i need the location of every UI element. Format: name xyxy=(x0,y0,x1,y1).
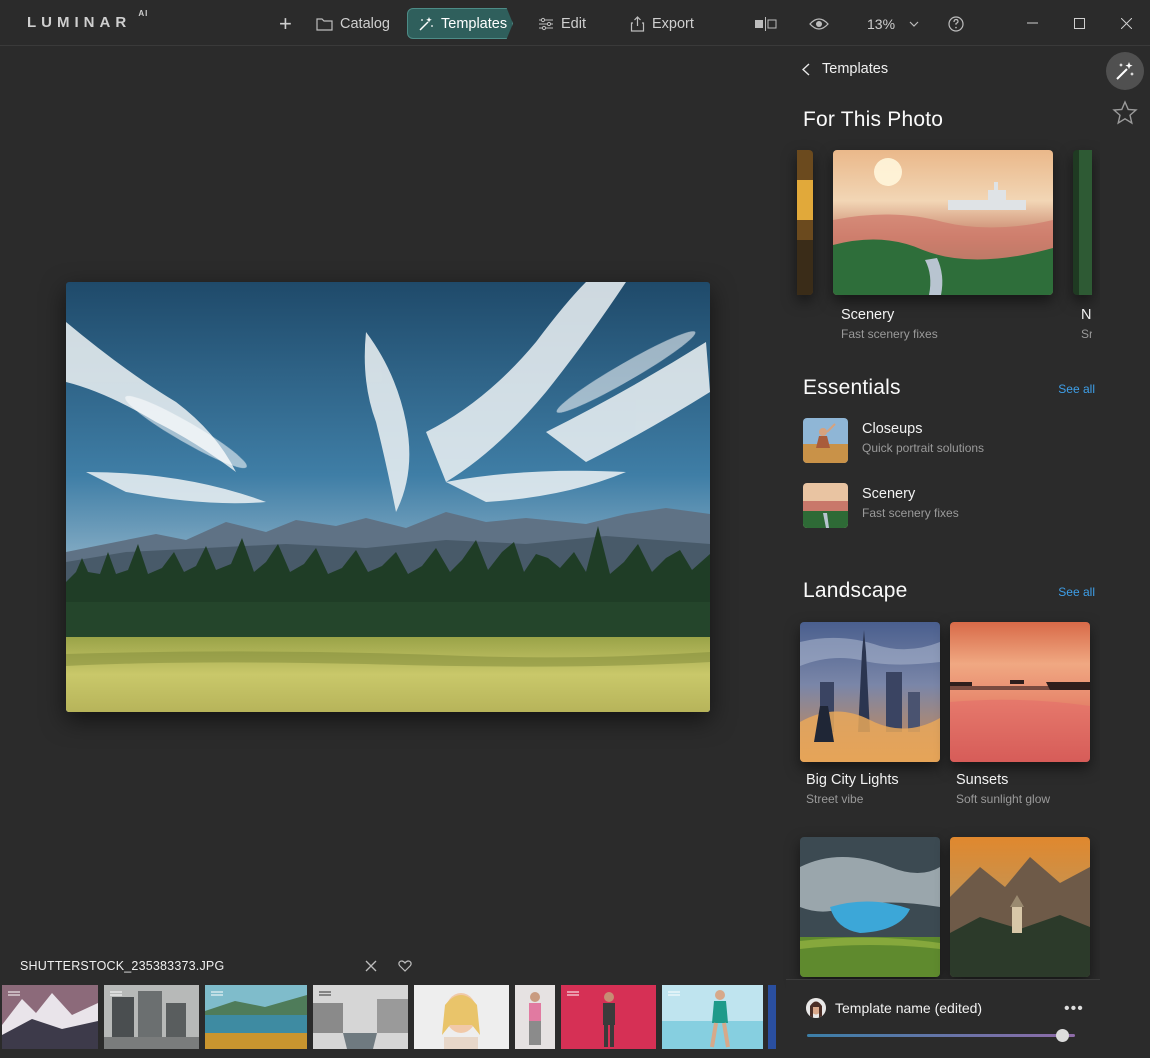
catalog-label: Catalog xyxy=(340,15,390,32)
edited-icon xyxy=(8,991,20,996)
template-card-big-city-lights[interactable] xyxy=(800,622,940,762)
template-card-subtitle: Sr xyxy=(1081,327,1092,341)
maximize-icon xyxy=(1073,17,1085,29)
template-card-mountain-castle[interactable] xyxy=(950,837,1090,977)
edit-label: Edit xyxy=(561,15,586,32)
section-title: Essentials xyxy=(803,376,901,399)
essentials-item-title[interactable]: Closeups xyxy=(862,421,922,437)
essentials-item-subtitle: Quick portrait solutions xyxy=(862,441,985,455)
close-icon[interactable] xyxy=(363,958,379,974)
filmstrip xyxy=(0,985,776,1049)
see-all-link[interactable]: See all xyxy=(1058,382,1095,396)
photo-filename: SHUTTERSTOCK_235383373.JPG xyxy=(20,959,225,973)
edited-icon xyxy=(110,991,122,996)
template-card-sunsets[interactable] xyxy=(950,622,1090,762)
heart-icon[interactable] xyxy=(397,958,413,974)
filmstrip-thumbnail[interactable] xyxy=(104,985,199,1049)
template-card-scenery[interactable] xyxy=(833,150,1053,295)
edited-icon xyxy=(319,991,331,996)
preview-button[interactable] xyxy=(800,8,838,39)
template-card-title: N xyxy=(1081,307,1092,323)
filmstrip-thumbnail[interactable] xyxy=(662,985,763,1049)
templates-rail-button[interactable] xyxy=(1106,52,1144,90)
star-icon[interactable] xyxy=(1112,100,1138,126)
see-all-link[interactable]: See all xyxy=(1058,585,1095,599)
filmstrip-thumbnail[interactable] xyxy=(313,985,408,1049)
section-title: Landscape xyxy=(803,579,908,602)
help-icon xyxy=(948,15,964,32)
filmstrip-thumbnail[interactable] xyxy=(515,985,555,1049)
filmstrip-thumbnail[interactable] xyxy=(561,985,656,1049)
template-card-title: Scenery xyxy=(841,307,895,323)
compare-icon xyxy=(755,16,777,31)
minimize-icon xyxy=(1026,22,1038,24)
app-logo: LUMINAR AI xyxy=(27,9,149,31)
back-to-templates-button[interactable]: Templates xyxy=(802,61,888,77)
filmstrip-thumbnail[interactable] xyxy=(2,985,98,1049)
image-canvas xyxy=(0,47,786,952)
templates-label: Templates xyxy=(441,15,508,32)
edited-icon xyxy=(567,991,579,996)
template-card-subtitle: Fast scenery fixes xyxy=(841,327,938,341)
template-card-preview-partial[interactable] xyxy=(797,150,813,295)
magic-wand-icon xyxy=(1116,62,1134,80)
avatar xyxy=(806,998,826,1018)
export-label: Export xyxy=(652,15,694,32)
applied-template-card: Template name (edited) ••• xyxy=(786,979,1100,1058)
chevron-left-icon xyxy=(802,62,810,76)
magic-wand-icon xyxy=(419,16,433,31)
filmstrip-thumbnail[interactable] xyxy=(205,985,307,1049)
template-card-subtitle: Street vibe xyxy=(806,792,864,806)
edit-tab[interactable]: Edit xyxy=(529,8,595,39)
close-window-button[interactable] xyxy=(1111,8,1141,38)
more-options-button[interactable]: ••• xyxy=(1064,1000,1084,1018)
maximize-button[interactable] xyxy=(1064,8,1094,38)
export-icon xyxy=(630,15,645,32)
catalog-tab[interactable]: Catalog xyxy=(307,8,399,39)
template-card-preview-partial[interactable] xyxy=(1073,150,1092,295)
templates-panel: Templates For This Photo Scenery Fast sc… xyxy=(786,47,1100,1058)
edited-icon xyxy=(211,991,223,996)
minimize-button[interactable] xyxy=(1017,8,1047,38)
essentials-item-closeups-thumb[interactable] xyxy=(803,418,848,463)
templates-tab[interactable]: Templates xyxy=(407,8,513,39)
filmstrip-thumbnail[interactable] xyxy=(768,985,776,1049)
filmstrip-header: SHUTTERSTOCK_235383373.JPG xyxy=(0,952,786,980)
eye-icon xyxy=(809,17,829,30)
folder-icon xyxy=(316,17,333,31)
zoom-dropdown[interactable]: 13% xyxy=(858,8,928,39)
add-photos-button[interactable]: + xyxy=(270,8,301,39)
chevron-down-icon xyxy=(909,21,919,27)
export-tab[interactable]: Export xyxy=(621,8,703,39)
template-amount-slider-track[interactable] xyxy=(807,1034,1075,1037)
template-card-subtitle: Soft sunlight glow xyxy=(956,792,1051,806)
template-card-title: Sunsets xyxy=(956,772,1009,788)
back-label: Templates xyxy=(822,61,889,77)
zoom-value: 13% xyxy=(867,15,896,32)
template-name: Template name (edited) xyxy=(835,1000,983,1016)
template-amount-slider-handle[interactable] xyxy=(1055,1029,1069,1042)
section-title: For This Photo xyxy=(803,108,944,131)
template-card-title: Big City Lights xyxy=(806,772,899,788)
main-photo[interactable] xyxy=(66,282,710,712)
top-toolbar: LUMINAR AI + Catalog Templates Edit Expo… xyxy=(0,0,1150,46)
sliders-icon xyxy=(539,17,553,30)
close-icon xyxy=(1120,17,1132,29)
compare-button[interactable] xyxy=(745,8,787,39)
essentials-item-scenery-thumb[interactable] xyxy=(803,483,848,528)
template-card-storm[interactable] xyxy=(800,837,940,977)
right-rail xyxy=(1100,47,1150,1058)
help-button[interactable] xyxy=(939,8,973,39)
edited-icon xyxy=(668,991,680,996)
filmstrip-thumbnail[interactable] xyxy=(414,985,509,1049)
essentials-item-title[interactable]: Scenery xyxy=(862,486,915,502)
essentials-item-subtitle: Fast scenery fixes xyxy=(862,506,959,520)
